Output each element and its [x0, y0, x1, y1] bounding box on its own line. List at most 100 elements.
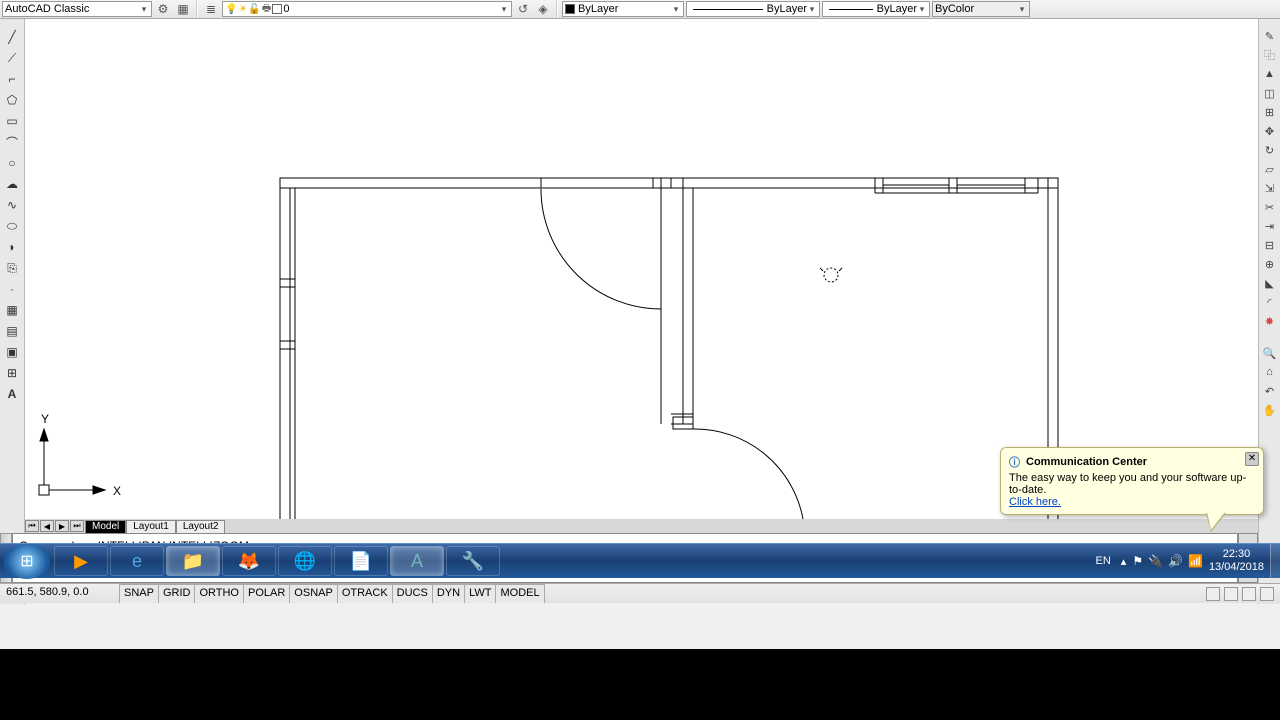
info-icon: ⓘ — [1009, 454, 1020, 470]
move-tool[interactable]: ✥ — [1261, 122, 1279, 140]
tab-next-button[interactable]: ▶ — [55, 520, 69, 532]
workspace-dropdown[interactable]: AutoCAD Classic ▾ — [2, 1, 152, 17]
volume-icon[interactable]: 🔊 — [1168, 554, 1183, 568]
circle-tool[interactable]: ○ — [2, 153, 22, 173]
layer-previous-icon[interactable]: ↺ — [514, 0, 532, 18]
layout-tabs: ⏮ ◀ ▶ ⏭ Model Layout1 Layout2 — [25, 519, 1258, 533]
fillet-tool[interactable]: ◜ — [1261, 293, 1279, 311]
polygon-tool[interactable]: ⬠ — [2, 90, 22, 110]
task-media-player[interactable]: ▶ — [54, 546, 108, 576]
explode-tool[interactable]: ✸ — [1261, 312, 1279, 330]
start-button[interactable]: ⊞ — [4, 544, 50, 579]
point-tool[interactable]: · — [2, 279, 22, 299]
zoom-window-tool[interactable]: ⌂ — [1261, 363, 1279, 381]
plotstyle-dropdown[interactable]: ByColor ▾ — [932, 1, 1030, 17]
notif-link[interactable]: Click here. — [1009, 496, 1061, 508]
break-tool[interactable]: ⊟ — [1261, 236, 1279, 254]
snap-toggle[interactable]: SNAP — [120, 584, 159, 603]
coordinates-display[interactable]: 661.5, 580.9, 0.0 — [0, 584, 120, 603]
construction-line-tool[interactable]: ⟋ — [2, 48, 22, 68]
tray-settings-icon[interactable] — [1242, 587, 1256, 601]
show-desktop-button[interactable] — [1270, 544, 1280, 578]
communication-center-notification: ✕ ⓘ Communication Center The easy way to… — [1000, 447, 1264, 515]
join-tool[interactable]: ⊕ — [1261, 255, 1279, 273]
stretch-tool[interactable]: ⇲ — [1261, 179, 1279, 197]
rectangle-tool[interactable]: ▭ — [2, 111, 22, 131]
task-autocad[interactable]: A — [390, 546, 444, 576]
clock[interactable]: 22:30 13/04/2018 — [1209, 548, 1264, 574]
language-indicator[interactable]: EN — [1092, 553, 1115, 569]
tab-model[interactable]: Model — [85, 520, 126, 533]
dyn-toggle[interactable]: DYN — [433, 584, 465, 603]
clean-screen-icon[interactable] — [1260, 587, 1274, 601]
letterbox — [0, 649, 1280, 720]
osnap-toggle[interactable]: OSNAP — [290, 584, 338, 603]
task-app[interactable]: 🔧 — [446, 546, 500, 576]
tab-layout1[interactable]: Layout1 — [126, 520, 176, 533]
layer-manager-icon[interactable]: ≣ — [202, 0, 220, 18]
copy-tool[interactable]: ⿻ — [1261, 46, 1279, 64]
insert-block-tool[interactable]: ⎘ — [2, 258, 22, 278]
layer-dropdown[interactable]: 💡☀🔓🖶 0 ▾ — [222, 1, 512, 17]
rotate-tool[interactable]: ↻ — [1261, 141, 1279, 159]
flag-icon[interactable]: ⚑ — [1132, 554, 1143, 568]
model-toggle[interactable]: MODEL — [496, 584, 544, 603]
region-tool[interactable]: ▣ — [2, 342, 22, 362]
mirror-tool[interactable]: ▲ — [1261, 65, 1279, 83]
arc-tool[interactable]: ⌒ — [2, 132, 22, 152]
spline-tool[interactable]: ∿ — [2, 195, 22, 215]
close-icon[interactable]: ✕ — [1245, 452, 1259, 466]
erase-tool[interactable]: ✎ — [1261, 27, 1279, 45]
hatch-tool[interactable]: ▦ — [2, 300, 22, 320]
layer-states-icon[interactable]: ◈ — [534, 0, 552, 18]
task-chrome[interactable]: 🌐 — [278, 546, 332, 576]
workspace-settings-icon[interactable]: ⚙ — [154, 0, 172, 18]
task-explorer[interactable]: 📁 — [166, 546, 220, 576]
offset-tool[interactable]: ◫ — [1261, 84, 1279, 102]
tab-layout2[interactable]: Layout2 — [176, 520, 226, 533]
ucs-x-label: X — [113, 484, 121, 498]
revision-cloud-tool[interactable]: ☁ — [2, 174, 22, 194]
array-tool[interactable]: ⊞ — [1261, 103, 1279, 121]
tray-chevron-icon[interactable]: ▴ — [1121, 555, 1127, 568]
scale-tool[interactable]: ▱ — [1261, 160, 1279, 178]
gradient-tool[interactable]: ▤ — [2, 321, 22, 341]
task-firefox[interactable]: 🦊 — [222, 546, 276, 576]
lineweight-label: ByLayer — [877, 3, 917, 15]
drawing-canvas[interactable]: X Y — [25, 19, 1258, 521]
linetype-dropdown[interactable]: ByLayer ▾ — [686, 1, 820, 17]
grid-toggle[interactable]: GRID — [159, 584, 196, 603]
workspace-save-icon[interactable]: ▦ — [174, 0, 192, 18]
zoom-realtime-tool[interactable]: 🔍 — [1261, 344, 1279, 362]
task-ie[interactable]: e — [110, 546, 164, 576]
text-tool[interactable]: A — [2, 384, 22, 404]
zoom-previous-tool[interactable]: ↶ — [1261, 382, 1279, 400]
lwt-toggle[interactable]: LWT — [465, 584, 496, 603]
ellipse-tool[interactable]: ⬭ — [2, 216, 22, 236]
tab-last-button[interactable]: ⏭ — [70, 520, 84, 532]
otrack-toggle[interactable]: OTRACK — [338, 584, 393, 603]
line-tool[interactable]: ╱ — [2, 27, 22, 47]
color-dropdown[interactable]: ByLayer ▾ — [562, 1, 684, 17]
ducs-toggle[interactable]: DUCS — [393, 584, 433, 603]
plotstyle-label: ByColor — [935, 3, 1017, 15]
ellipse-arc-tool[interactable]: ◗ — [2, 237, 22, 257]
polar-toggle[interactable]: POLAR — [244, 584, 290, 603]
polyline-tool[interactable]: ⌐ — [2, 69, 22, 89]
task-notepad[interactable]: 📄 — [334, 546, 388, 576]
network-icon[interactable]: 📶 — [1188, 554, 1203, 568]
lineweight-dropdown[interactable]: ByLayer ▾ — [822, 1, 930, 17]
tab-first-button[interactable]: ⏮ — [25, 520, 39, 532]
chamfer-tool[interactable]: ◣ — [1261, 274, 1279, 292]
pan-tool[interactable]: ✋ — [1261, 401, 1279, 419]
caret-icon: ▾ — [1017, 4, 1027, 15]
ucs-y-label: Y — [41, 412, 49, 426]
table-tool[interactable]: ⊞ — [2, 363, 22, 383]
power-icon[interactable]: 🔌 — [1148, 554, 1163, 568]
tab-prev-button[interactable]: ◀ — [40, 520, 54, 532]
lock-icon[interactable] — [1224, 587, 1238, 601]
trim-tool[interactable]: ✂ — [1261, 198, 1279, 216]
ortho-toggle[interactable]: ORTHO — [195, 584, 244, 603]
comm-center-icon[interactable] — [1206, 587, 1220, 601]
extend-tool[interactable]: ⇥ — [1261, 217, 1279, 235]
